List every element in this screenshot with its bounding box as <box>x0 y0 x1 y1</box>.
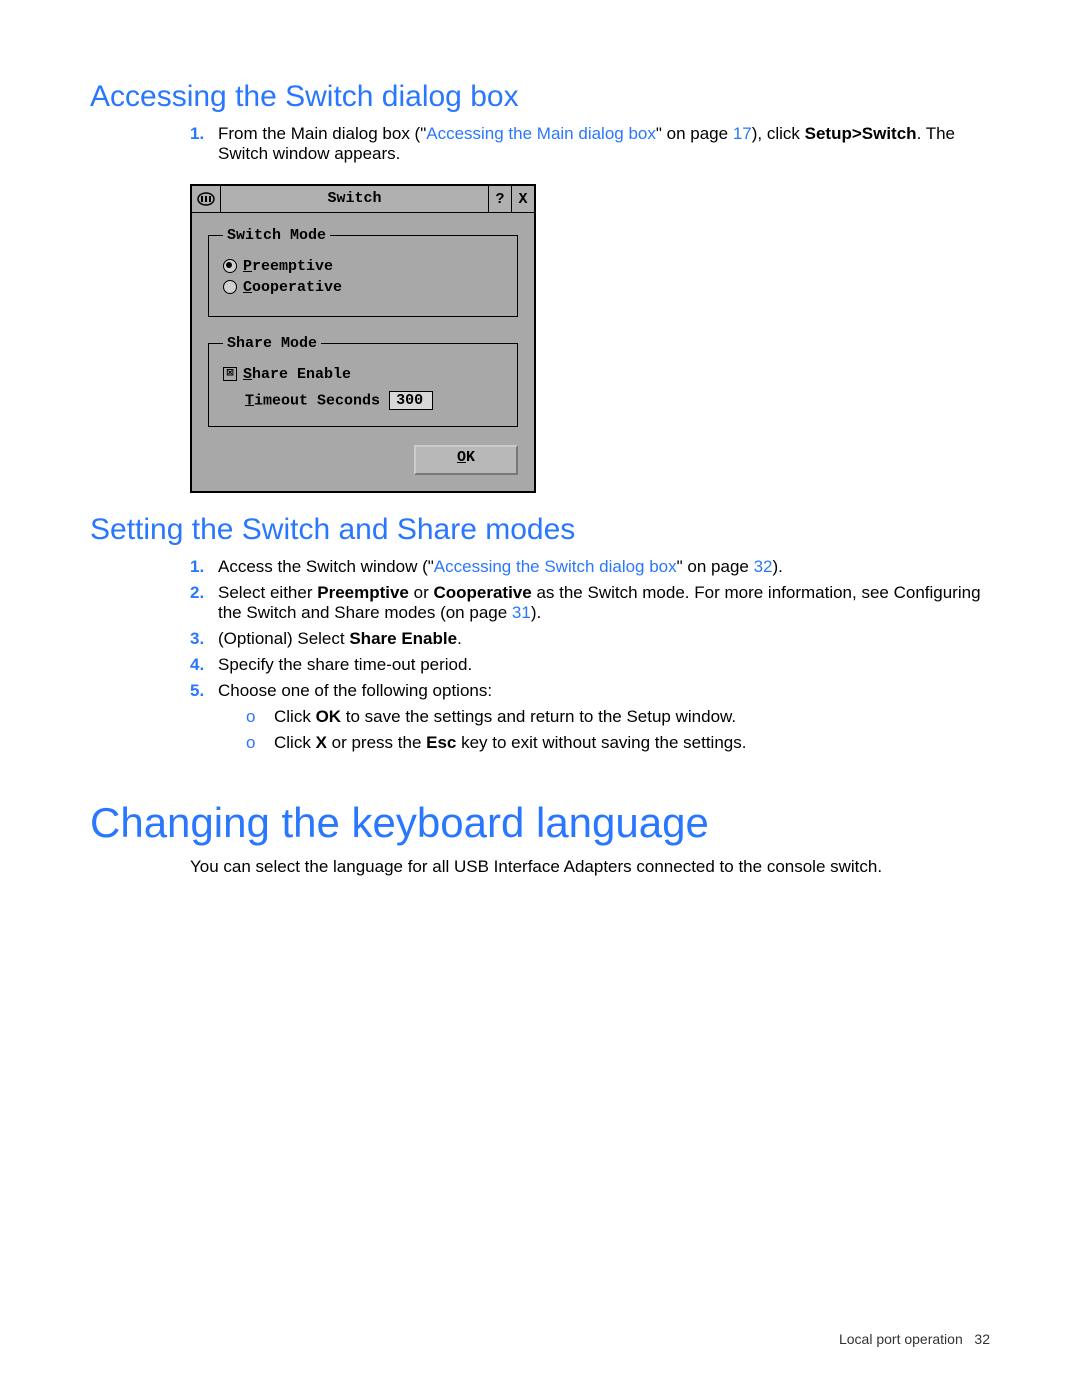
menu-path: Setup>Switch <box>805 124 917 143</box>
paragraph: You can select the language for all USB … <box>190 857 990 877</box>
link-page-32[interactable]: 32 <box>754 557 773 576</box>
step-number: 2. <box>190 583 218 623</box>
step-number: 1. <box>190 124 218 164</box>
switch-dialog-screenshot: Switch ? X Switch Mode Preemptive Cooper… <box>190 184 990 493</box>
radio-cooperative[interactable]: Cooperative <box>223 279 503 296</box>
bullet-icon: o <box>246 707 274 727</box>
step-text: Access the Switch window ("Accessing the… <box>218 557 783 577</box>
step-text: From the Main dialog box ("Accessing the… <box>218 124 990 164</box>
step-text: Choose one of the following options: o C… <box>218 681 746 759</box>
section-heading-large: Changing the keyboard language <box>90 799 990 847</box>
step-text: Specify the share time-out period. <box>218 655 472 675</box>
ok-button[interactable]: OK <box>414 445 518 475</box>
share-mode-legend: Share Mode <box>223 335 321 352</box>
section-heading: Accessing the Switch dialog box <box>90 80 990 114</box>
step-number: 5. <box>190 681 218 759</box>
bullet-icon: o <box>246 733 274 753</box>
step-number: 3. <box>190 629 218 649</box>
sub-options: o Click OK to save the settings and retu… <box>246 707 746 753</box>
radio-unselected-icon <box>223 280 237 294</box>
radio-preemptive[interactable]: Preemptive <box>223 258 503 275</box>
steps-list-1: 1. From the Main dialog box ("Accessing … <box>190 124 990 164</box>
link-page-31[interactable]: 31 <box>512 603 531 622</box>
dialog-titlebar: Switch ? X <box>192 186 534 213</box>
step-number: 1. <box>190 557 218 577</box>
checkbox-checked-icon: ⊠ <box>223 367 237 381</box>
steps-list-2: 1. Access the Switch window ("Accessing … <box>190 557 990 759</box>
page-footer: Local port operation 32 <box>839 1331 990 1347</box>
radio-selected-icon <box>223 259 237 273</box>
sub-option-text: Click OK to save the settings and return… <box>274 707 736 727</box>
link-switch-dialog[interactable]: Accessing the Switch dialog box <box>434 557 677 576</box>
timeout-row: Timeout Seconds 300 <box>245 391 503 410</box>
hp-logo-icon <box>192 186 221 212</box>
step-text: Select either Preemptive or Cooperative … <box>218 583 990 623</box>
link-main-dialog[interactable]: Accessing the Main dialog box <box>426 124 656 143</box>
share-enable-checkbox[interactable]: ⊠Share Enable <box>223 366 503 383</box>
link-page-17[interactable]: 17 <box>733 124 752 143</box>
sub-option-text: Click X or press the Esc key to exit wit… <box>274 733 746 753</box>
switch-mode-legend: Switch Mode <box>223 227 330 244</box>
step-number: 4. <box>190 655 218 675</box>
share-mode-group: Share Mode ⊠Share Enable Timeout Seconds… <box>208 335 518 427</box>
switch-dialog: Switch ? X Switch Mode Preemptive Cooper… <box>190 184 536 493</box>
help-button[interactable]: ? <box>488 186 511 212</box>
switch-mode-group: Switch Mode Preemptive Cooperative <box>208 227 518 317</box>
close-button[interactable]: X <box>511 186 534 212</box>
timeout-input[interactable]: 300 <box>389 391 433 410</box>
section-heading: Setting the Switch and Share modes <box>90 513 990 547</box>
step-text: (Optional) Select Share Enable. <box>218 629 462 649</box>
dialog-title: Switch <box>221 186 488 212</box>
